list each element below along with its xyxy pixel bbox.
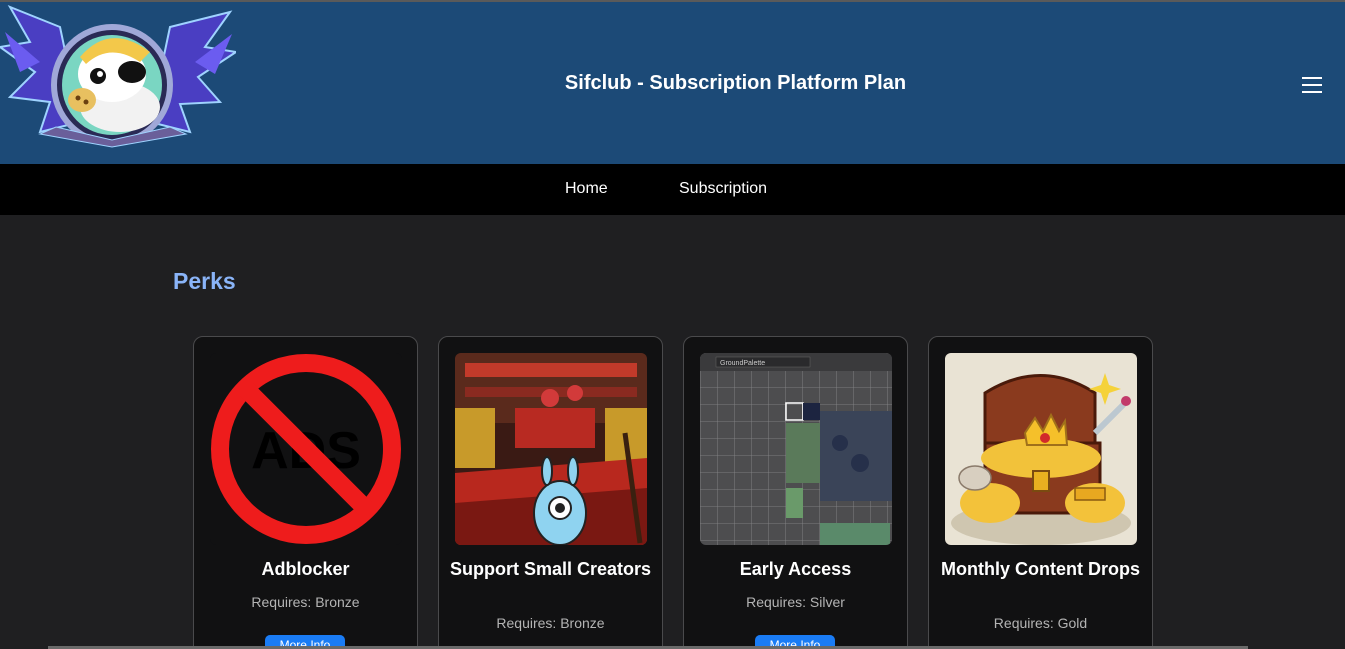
perk-card-support-small-creators: Support Small Creators Requires: Bronze xyxy=(438,336,663,649)
perk-title: Monthly Content Drops xyxy=(941,559,1140,579)
perk-title: Support Small Creators xyxy=(449,559,652,579)
treasure-chest-image xyxy=(945,353,1137,545)
perk-card-early-access: GroundPalette Early Access Requires: Sil… xyxy=(683,336,908,649)
perk-title: Adblocker xyxy=(261,559,350,579)
game-scene-image xyxy=(455,353,647,545)
perk-card-monthly-content-drops: Monthly Content Drops Requires: Gold xyxy=(928,336,1153,649)
perk-card-adblocker: ADS Adblocker Requires: Bronze More Info xyxy=(193,336,418,649)
no-ads-icon: ADS xyxy=(210,353,402,545)
main-navigation: Home Subscription xyxy=(0,164,1345,215)
site-header: Sifclub - Subscription Platform Plan xyxy=(0,2,1345,164)
hamburger-menu-icon[interactable] xyxy=(1302,74,1324,94)
perk-requirement: Requires: Silver xyxy=(746,594,845,610)
nav-item-subscription[interactable]: Subscription xyxy=(679,180,767,198)
perk-requirement: Requires: Bronze xyxy=(496,615,605,631)
svg-text:GroundPalette: GroundPalette xyxy=(720,360,765,367)
perk-requirement: Requires: Gold xyxy=(993,615,1088,631)
perk-requirement: Requires: Bronze xyxy=(251,594,360,610)
nav-item-home[interactable]: Home xyxy=(565,180,608,198)
perks-heading: Perks xyxy=(173,268,236,294)
perk-title: Early Access xyxy=(739,559,852,579)
page-title: Sifclub - Subscription Platform Plan xyxy=(564,72,907,94)
tile-palette-editor-image: GroundPalette xyxy=(700,353,892,545)
